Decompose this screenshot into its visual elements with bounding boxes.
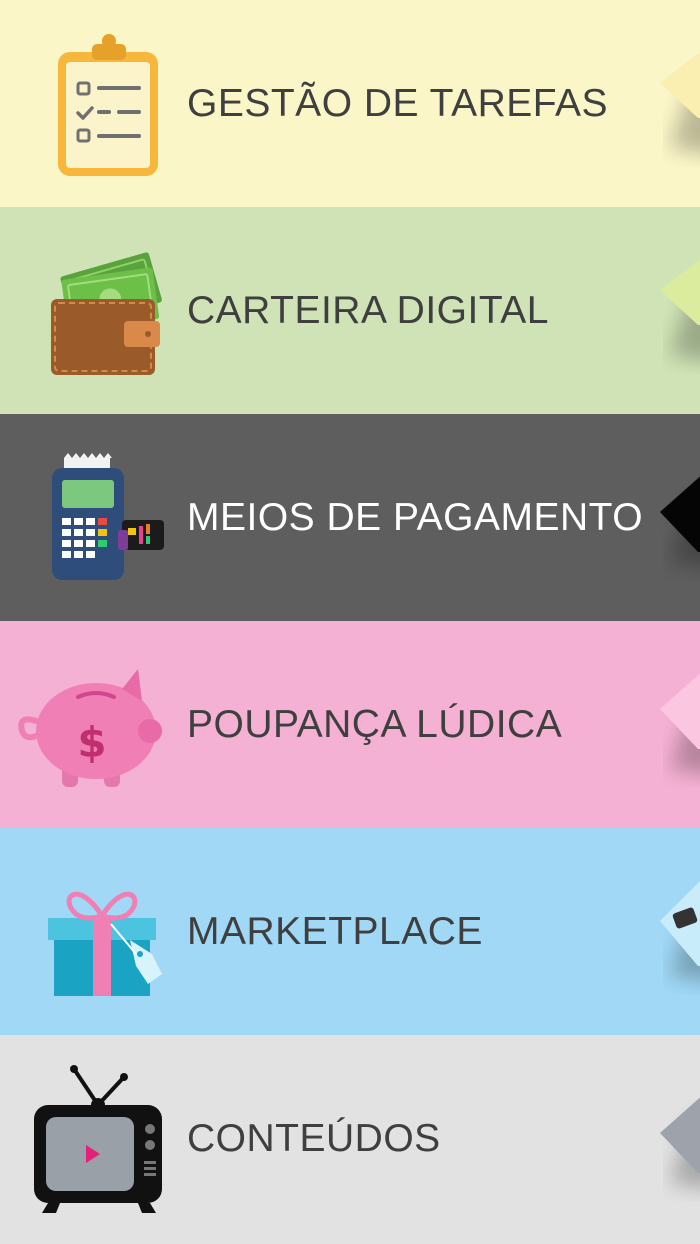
piggy-bank-icon: $ [18,651,168,801]
main-menu: GESTÃO DE TAREFAS CARTEIRA DIGITAL MEIOS… [0,0,700,1244]
chevron-left-icon[interactable] [650,1083,700,1193]
svg-text:$: $ [77,718,106,767]
chevron-left-icon[interactable] [650,255,700,365]
gift-box-icon [18,858,168,1008]
clipboard-checklist-icon [18,30,168,180]
menu-item-label: GESTÃO DE TAREFAS [187,82,608,125]
menu-item-gestao-de-tarefas[interactable]: GESTÃO DE TAREFAS [0,0,700,207]
menu-item-meios-de-pagamento[interactable]: MEIOS DE PAGAMENTO [0,414,700,621]
card-terminal-icon [18,444,168,594]
chevron-left-icon[interactable] [650,48,700,158]
menu-item-carteira-digital[interactable]: CARTEIRA DIGITAL [0,207,700,414]
chevron-left-icon[interactable] [650,669,700,779]
menu-item-label: MARKETPLACE [187,910,483,953]
chevron-left-icon[interactable] [650,876,700,986]
menu-item-label: CONTEÚDOS [187,1117,441,1160]
menu-item-label: POUPANÇA LÚDICA [187,703,563,746]
menu-item-conteudos[interactable]: CONTEÚDOS [0,1035,700,1244]
chevron-left-icon[interactable] [650,462,700,572]
wallet-icon [18,237,168,387]
menu-item-label: MEIOS DE PAGAMENTO [187,496,644,539]
menu-item-label: CARTEIRA DIGITAL [187,289,549,332]
menu-item-marketplace[interactable]: MARKETPLACE [0,828,700,1035]
menu-item-poupanca-ludica[interactable]: $ POUPANÇA LÚDICA [0,621,700,828]
television-icon [18,1065,168,1215]
